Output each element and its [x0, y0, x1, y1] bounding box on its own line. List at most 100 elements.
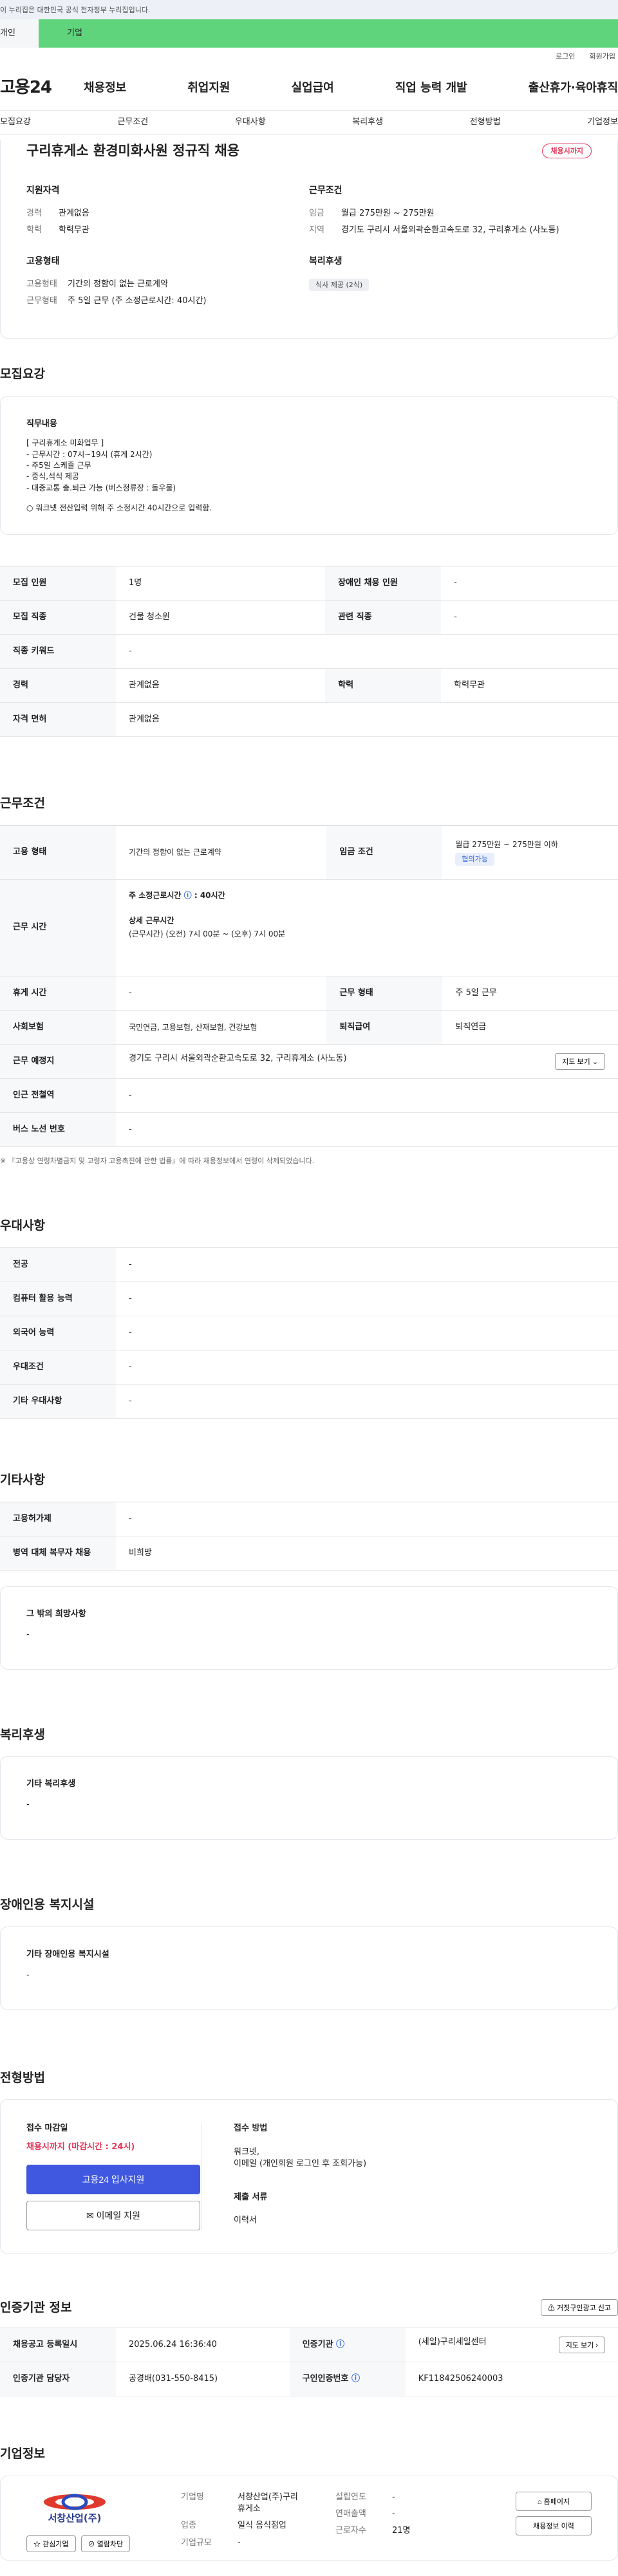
- cert-section-title: 인증기관 정보: [0, 2300, 72, 2315]
- weekly-label: 주 소정근로시간: [129, 891, 182, 901]
- work-form-value: 주 5일 근무 (주 소정근로시간: 40시간): [68, 296, 207, 306]
- company-logo-text: 서창산업(주): [48, 2512, 102, 2524]
- anchor-apply[interactable]: 전형방법: [470, 117, 501, 128]
- site-logo[interactable]: 고용24: [0, 76, 84, 99]
- table-row: 모집 인원 1명 장애인 채용 인원 -: [0, 566, 618, 601]
- cell-value: 1명: [116, 566, 326, 601]
- nav-jobs[interactable]: 채용정보: [84, 80, 126, 96]
- cell-label: 모집 직종: [0, 600, 116, 635]
- method-line: 워크넷,: [234, 2147, 260, 2157]
- company-actions: ☆ 관심기업 ⊘ 열람차단: [26, 2535, 181, 2553]
- conditions-heading: 근무조건: [309, 185, 342, 196]
- pref-table: 전공 - 컴퓨터 활용 능력 - 외국어 능력 - 우대조건 - 기타 우대사항 -: [0, 1247, 618, 1419]
- cert-map-button[interactable]: 지도 보기 ›: [558, 2337, 605, 2354]
- mail-icon: ✉: [86, 2210, 94, 2221]
- cell-label: 근무 시간: [0, 879, 116, 977]
- table-row: 채용공고 등록일시 2025.06.24 16:36:40 인증기관 ⓘ (세일…: [0, 2328, 618, 2363]
- cert-number-label: 구인인증번호: [302, 2374, 349, 2384]
- conditions-block: 근무조건 임금 월급 275만원 ~ 275만원 지역 경기도 구리시 서울외곽순환…: [309, 185, 592, 241]
- table-row: 우대조건 -: [0, 1350, 618, 1385]
- deadline-label: 접수 마감일: [26, 2123, 68, 2134]
- cell-label: 자격 면허: [0, 702, 116, 738]
- apply-button[interactable]: 고용24 입사지원: [26, 2164, 200, 2194]
- anchor-welfare[interactable]: 복리후생: [352, 117, 383, 128]
- cell-label: 기타 우대사항: [0, 1384, 116, 1419]
- homepage-button[interactable]: ⌂ 홈페이지: [516, 2491, 592, 2511]
- career-value: 관계없음: [59, 208, 89, 218]
- recruit-section-title: 모집요강: [0, 367, 45, 382]
- anchor-work[interactable]: 근무조건: [117, 117, 148, 128]
- duty-heading: 직무내용: [26, 418, 57, 429]
- cell-label: 근무 형태: [326, 976, 443, 1011]
- weekly-hours: 주 소정근로시간 ⓘ : 40시간: [129, 891, 225, 901]
- meal-tag: 식사 제공 (2식): [309, 278, 370, 292]
- cell-label: 직종 키워드: [0, 634, 116, 669]
- info-icon[interactable]: ⓘ: [184, 891, 192, 900]
- job-history-button[interactable]: 채용정보 이력: [516, 2515, 592, 2535]
- block-view-button[interactable]: ⊘ 열람차단: [80, 2535, 131, 2553]
- table-row: 전공 -: [0, 1247, 618, 1283]
- homepage-label: 홈페이지: [543, 2497, 570, 2506]
- anchor-pref[interactable]: 우대사항: [235, 117, 266, 128]
- nav-employment-support[interactable]: 취업지원: [187, 80, 230, 96]
- table-row: 휴게 시간 - 근무 형태 주 5일 근무: [0, 976, 618, 1011]
- anchor-company[interactable]: 기업정보: [587, 117, 618, 128]
- qualification-heading: 지원자격: [26, 185, 60, 196]
- sales-label: 연매출액: [335, 2509, 366, 2519]
- anchor-recruit[interactable]: 모집요강: [0, 117, 31, 128]
- table-row: 인증기관 담당자 공경배(031-550-8415) 구인인증번호 ⓘ KF11…: [0, 2362, 618, 2397]
- cell-value: 관계없음: [116, 702, 618, 738]
- duty-lines: [ 구리휴게소 미화업무 ] - 근무시간 : 07시~19시 (휴게 2시간)…: [26, 438, 592, 514]
- map-button[interactable]: 지도 보기 ⌄: [555, 1053, 605, 1070]
- table-row: 컴퓨터 활용 능력 -: [0, 1282, 618, 1317]
- founded-label: 설립연도: [335, 2492, 366, 2502]
- nav-skill-development[interactable]: 직업 능력 개발: [395, 80, 467, 96]
- welfare-section-title: 복리후생: [0, 1727, 45, 1742]
- block-icon: ⊘: [88, 2541, 95, 2549]
- cell-label: 경력: [0, 668, 116, 704]
- cert-table: 채용공고 등록일시 2025.06.24 16:36:40 인증기관 ⓘ (세일…: [0, 2328, 618, 2397]
- cell-value: -: [116, 1384, 618, 1419]
- employee-count-value: 21명: [392, 2526, 411, 2536]
- welfare-box-value: -: [26, 1800, 30, 1810]
- info-icon[interactable]: ⓘ: [336, 2340, 344, 2349]
- wage-value: 월급 275만원 ~ 275만원 이하: [455, 840, 558, 850]
- email-apply-button[interactable]: ✉ 이메일 지원: [26, 2200, 200, 2230]
- report-button[interactable]: ⚠ 거짓구인광고 신고: [540, 2299, 618, 2317]
- cert-map-label: 지도 보기: [565, 2342, 594, 2350]
- info-icon[interactable]: ⓘ: [351, 2374, 360, 2384]
- tab-personal[interactable]: 개인: [0, 19, 39, 48]
- company-info: 기업명 서창산업(주)구리 휴게소 업종 일식 음식점업 기업규모 - 설립연도 - 연매…: [181, 2491, 592, 2548]
- table-row: 고용 형태 기간의 정함이 없는 근로계약 임금 조건 월급 275만원 ~ 2…: [0, 825, 618, 881]
- region-value: 경기도 구리시 서울외곽순환고속도로 32, 구리휴게소 (사노동): [341, 225, 559, 236]
- cell-label: 고용 형태: [0, 825, 116, 881]
- employment-heading: 고용형태: [26, 256, 60, 267]
- nav-parental-leave[interactable]: 출산휴가·육아휴직: [529, 80, 618, 96]
- emp-type-value: 기간의 정함이 없는 근로계약: [68, 279, 168, 289]
- apply-box: 접수 마감일 채용시까지 (마감시간 : 24시) 고용24 입사지원 ✉ 이메…: [0, 2099, 618, 2254]
- login-link[interactable]: 로그인: [556, 51, 575, 61]
- cell-label: 외국어 능력: [0, 1316, 116, 1351]
- nav-unemployment-benefit[interactable]: 실업급여: [292, 80, 334, 96]
- place-value: 경기도 구리시 서울외곽순환고속도로 32, 구리휴게소 (사노동): [129, 1054, 347, 1064]
- duty-line: - 중식,석식 제공: [26, 472, 80, 481]
- table-row: 모집 직종 건물 청소원 관련 직종 -: [0, 600, 618, 635]
- cell-label: 학력: [325, 668, 442, 704]
- company-col-2: 설립연도 - 연매출액 - 근로자수 21명: [335, 2492, 438, 2544]
- cell-value: 건물 청소원: [116, 600, 326, 635]
- tab-company[interactable]: 기업: [39, 19, 618, 48]
- sales-value: -: [392, 2509, 395, 2519]
- company-links: ⌂ 홈페이지 채용정보 이력: [438, 2491, 592, 2544]
- favorite-company-button[interactable]: ☆ 관심기업: [26, 2535, 76, 2553]
- wage-value: 월급 275만원 ~ 275만원: [341, 208, 435, 218]
- table-row: 근무 시간 주 소정근로시간 ⓘ : 40시간 상세 근무시간 (근무시간) (…: [0, 879, 618, 977]
- cell-label: 병역 대체 복무자 채용: [0, 1536, 116, 1571]
- welfare-box: 기타 복리후생 -: [0, 1756, 618, 1840]
- weekly-value: 40시간: [200, 891, 225, 901]
- etc-table: 고용허가제 - 병역 대체 복무자 채용 비희망: [0, 1501, 618, 1571]
- job-title: 구리휴게소 환경미화사원 정규직 채용: [26, 143, 240, 158]
- employment-block: 고용형태 고용형태 기간의 정함이 없는 근로계약 근무형태 주 5일 근무 (주 …: [26, 256, 309, 312]
- region-label: 지역: [309, 225, 324, 236]
- signup-link[interactable]: 회원가입: [590, 51, 615, 61]
- company-logo-area: 서창산업(주) ☆ 관심기업 ⊘ 열람차단: [26, 2492, 181, 2553]
